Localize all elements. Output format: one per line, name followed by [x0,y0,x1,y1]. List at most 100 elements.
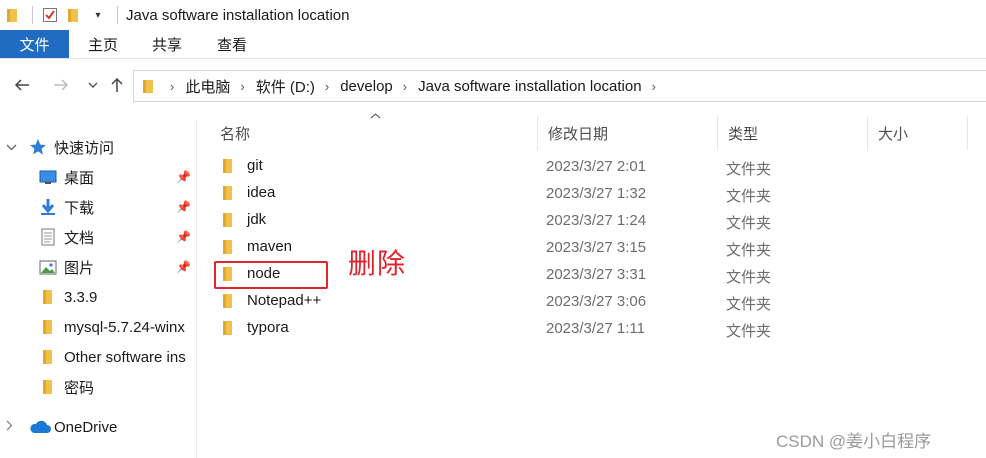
tab-file[interactable]: 文件 [0,30,69,58]
folder-icon [4,6,22,24]
breadcrumb-chevron-icon[interactable]: › [325,79,329,94]
file-row-idea[interactable]: idea 2023/3/27 1:32 文件夹 [210,180,970,207]
sidebar-item-passwords[interactable]: 密码 [0,372,196,402]
file-row-maven[interactable]: maven 2023/3/27 3:15 文件夹 [210,234,970,261]
file-date: 2023/3/27 1:32 [546,185,647,202]
sidebar-item-label: 快速访问 [54,139,115,157]
sidebar-item-downloads[interactable]: 下载 📌 [0,192,196,222]
forward-arrow-icon[interactable] [48,72,74,98]
tab-view[interactable]: 查看 [199,30,265,58]
title-separator-2 [117,6,118,24]
file-name[interactable]: jdk [247,211,266,228]
back-arrow-icon[interactable] [9,72,35,98]
file-date: 2023/3/27 1:11 [546,320,645,337]
sidebar-item-label: 文档 [64,229,95,247]
breadcrumb-this-pc[interactable]: 此电脑 [185,76,230,97]
sidebar-item-label: 下载 [64,199,95,217]
column-header-type[interactable]: 类型 [718,116,868,150]
download-arrow-icon [39,198,57,216]
breadcrumb-chevron-icon[interactable]: › [240,79,244,94]
file-type: 文件夹 [726,215,772,232]
sidebar-item-label: OneDrive [54,418,118,436]
watermark: CSDN @姜小白程序 [776,432,932,451]
pin-icon[interactable]: 📌 [176,230,191,244]
star-icon [29,138,47,156]
file-row-jdk[interactable]: jdk 2023/3/27 1:24 文件夹 [210,207,970,234]
sidebar-item-desktop[interactable]: 桌面 📌 [0,162,196,192]
folder-icon [222,158,234,178]
column-header-date[interactable]: 修改日期 [538,116,718,150]
address-bar[interactable]: › 此电脑 › 软件 (D:) › develop › Java softwar… [133,70,986,102]
expand-chevron-right-icon[interactable] [6,420,13,434]
folder-icon [222,212,234,232]
folder-icon [222,239,234,259]
file-date: 2023/3/27 3:06 [546,293,647,310]
recent-locations-chevron-icon[interactable] [80,72,106,98]
file-date: 2023/3/27 2:01 [546,158,647,175]
new-folder-icon[interactable] [65,6,83,24]
column-header-row: 名称 修改日期 类型 大小 [198,116,986,150]
tab-share[interactable]: 共享 [135,30,199,58]
file-type: 文件夹 [726,296,772,313]
file-row-notepad[interactable]: Notepad++ 2023/3/27 3:06 文件夹 [210,288,970,315]
navigation-pane: 快速访问 桌面 📌 下载 📌 文档 📌 图片 📌 3.3.9 mysql-5.7… [0,120,197,458]
address-folder-icon [142,78,156,94]
file-type: 文件夹 [726,269,772,286]
sidebar-item-label: 桌面 [64,169,95,187]
tab-home[interactable]: 主页 [71,30,135,58]
file-date: 2023/3/27 1:24 [546,212,647,229]
pin-icon[interactable]: 📌 [176,200,191,214]
folder-icon [39,288,57,306]
sidebar-item-label: Other software ins [64,348,186,366]
title-bar: ▾ Java software installation location [0,0,986,30]
file-date: 2023/3/27 3:31 [546,266,647,283]
file-row-typora[interactable]: typora 2023/3/27 1:11 文件夹 [210,315,970,342]
delete-annotation-label: 删除 [348,247,407,280]
window-title: Java software installation location [126,6,350,24]
breadcrumb-develop[interactable]: develop [340,78,393,95]
file-name[interactable]: idea [247,184,275,201]
breadcrumb-chevron-icon[interactable]: › [403,79,407,94]
cloud-icon [29,418,51,436]
file-type: 文件夹 [726,323,772,340]
sidebar-item-quick-access[interactable]: 快速访问 [0,132,196,162]
sidebar-item-3-3-9[interactable]: 3.3.9 [0,282,196,312]
folder-icon [222,185,234,205]
folder-icon [222,293,234,313]
column-header-size[interactable]: 大小 [868,116,968,150]
file-row-git[interactable]: git 2023/3/27 2:01 文件夹 [210,153,970,180]
up-arrow-icon[interactable] [104,72,130,98]
breadcrumb-drive-d[interactable]: 软件 (D:) [256,76,315,97]
sidebar-item-onedrive[interactable]: OneDrive [0,412,196,442]
file-name[interactable]: Notepad++ [247,292,321,309]
file-type: 文件夹 [726,242,772,259]
sidebar-item-label: mysql-5.7.24-winx [64,318,185,336]
file-date: 2023/3/27 3:15 [546,239,647,256]
ribbon-tabs: 文件 主页 共享 查看 [0,30,986,59]
properties-checkbox-icon[interactable] [41,6,59,24]
breadcrumb-chevron-icon[interactable]: › [652,79,656,94]
file-name[interactable]: typora [247,319,289,336]
document-icon [39,228,57,246]
file-name[interactable]: maven [247,238,292,255]
sidebar-item-documents[interactable]: 文档 📌 [0,222,196,252]
file-name[interactable]: git [247,157,263,174]
folder-icon [39,348,57,366]
sidebar-item-other-software[interactable]: Other software ins [0,342,196,372]
expand-chevron-down-icon[interactable] [6,140,17,154]
desktop-icon [39,168,57,186]
column-header-name[interactable]: 名称 [210,116,538,150]
sidebar-item-pictures[interactable]: 图片 📌 [0,252,196,282]
pin-icon[interactable]: 📌 [176,170,191,184]
folder-icon [39,318,57,336]
sidebar-item-label: 3.3.9 [64,288,98,306]
sidebar-item-mysql[interactable]: mysql-5.7.24-winx [0,312,196,342]
breadcrumb-current-folder[interactable]: Java software installation location [418,78,641,95]
delete-highlight-box [214,261,328,289]
folder-icon [39,378,57,396]
customize-dropdown-icon[interactable]: ▾ [89,6,107,24]
picture-icon [39,258,57,276]
breadcrumb-chevron-icon[interactable]: › [170,79,174,94]
pin-icon[interactable]: 📌 [176,260,191,274]
file-type: 文件夹 [726,188,772,205]
